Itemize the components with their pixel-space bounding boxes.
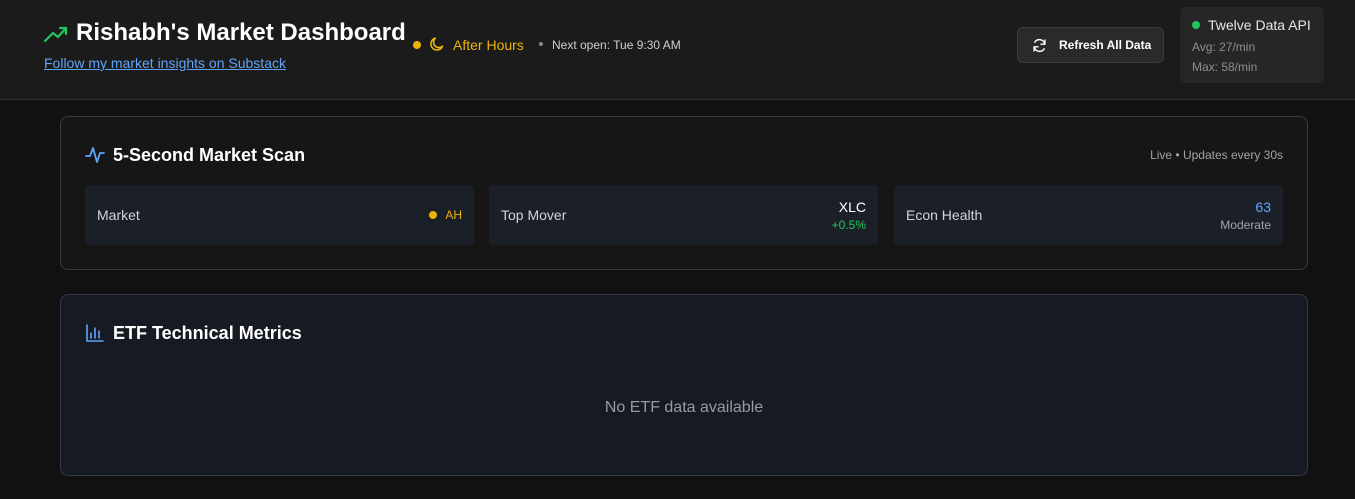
- market-tile: Market AH: [85, 185, 474, 245]
- top-mover-tile: Top Mover XLC +0.5%: [489, 185, 878, 245]
- market-status-dot: [413, 41, 421, 49]
- market-tile-dot: [429, 211, 437, 219]
- api-max-rate: Max: 58/min: [1192, 60, 1258, 74]
- etf-empty-message: No ETF data available: [604, 399, 764, 416]
- substack-link[interactable]: Follow my market insights on Substack: [44, 55, 286, 71]
- status-separator: [539, 42, 543, 46]
- api-status-dot: [1192, 21, 1200, 29]
- api-status-box: Twelve Data API Avg: 27/min Max: 58/min: [1180, 7, 1324, 83]
- top-mover-label: Top Mover: [501, 207, 567, 223]
- refresh-all-data-button[interactable]: Refresh All Data: [1017, 27, 1164, 63]
- etf-metrics-title: ETF Technical Metrics: [113, 323, 302, 343]
- econ-health-tile: Econ Health 63 Moderate: [894, 185, 1283, 245]
- market-scan-title: 5-Second Market Scan: [113, 145, 306, 165]
- api-avg-rate: Avg: 27/min: [1192, 40, 1256, 54]
- market-tile-value: AH: [445, 208, 462, 222]
- top-mover-change: +0.5%: [831, 218, 866, 232]
- next-open-text: Next open: Tue 9:30 AM: [552, 38, 681, 52]
- bar-chart-icon: [86, 324, 104, 342]
- market-tile-label: Market: [97, 207, 140, 223]
- trending-up-icon: [44, 26, 68, 43]
- top-mover-symbol: XLC: [838, 199, 866, 215]
- page-title: Rishabh's Market Dashboard: [76, 19, 406, 46]
- market-status-label: After Hours: [453, 37, 524, 53]
- live-update-label: Live • Updates every 30s: [1150, 148, 1283, 162]
- econ-health-status: Moderate: [1220, 218, 1271, 232]
- header-bar: Rishabh's Market Dashboard Follow my mar…: [0, 0, 1355, 100]
- etf-metrics-card: ETF Technical Metrics No ETF data availa…: [60, 294, 1308, 476]
- market-scan-card: 5-Second Market Scan Live • Updates ever…: [60, 116, 1308, 270]
- refresh-button-label: Refresh All Data: [1059, 38, 1152, 52]
- activity-pulse-icon: [85, 147, 105, 163]
- econ-health-label: Econ Health: [906, 207, 983, 223]
- econ-health-score: 63: [1255, 199, 1271, 215]
- moon-icon: [430, 37, 444, 51]
- api-name: Twelve Data API: [1208, 17, 1311, 33]
- refresh-icon: [1033, 38, 1046, 53]
